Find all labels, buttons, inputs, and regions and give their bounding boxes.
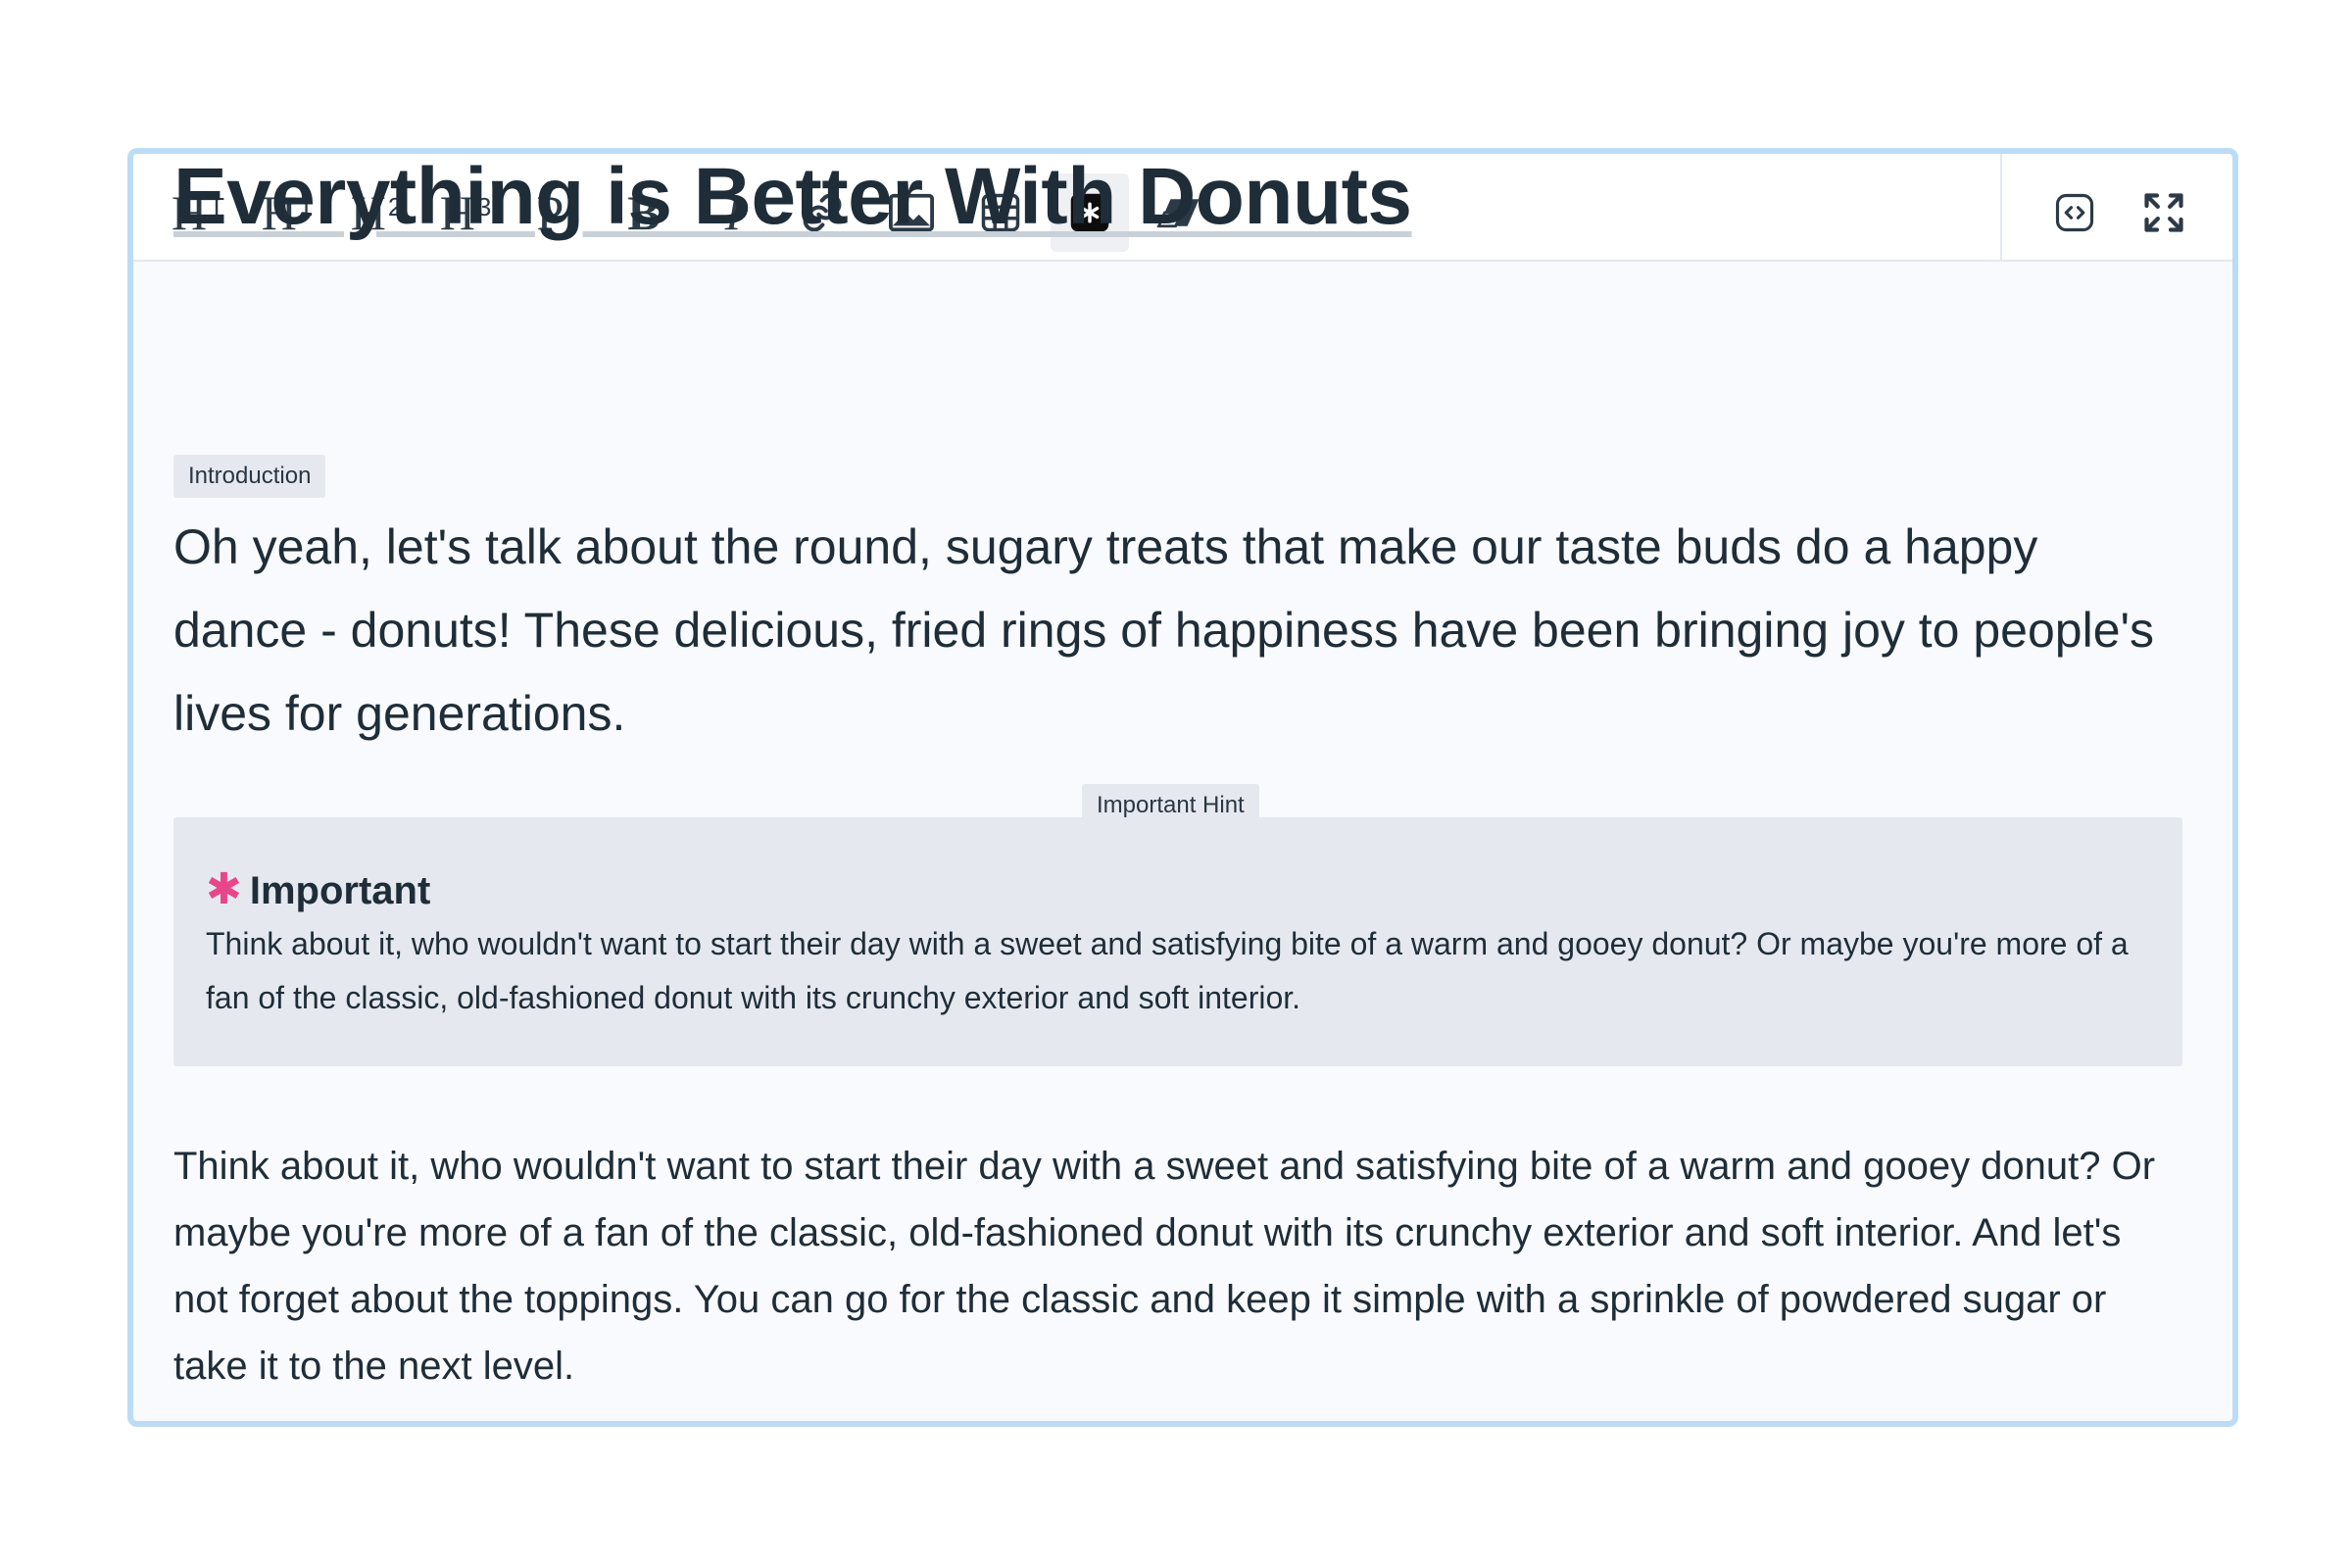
toolbar-separator <box>2000 154 2002 260</box>
intro-paragraph[interactable]: Oh yeah, let's talk about the round, sug… <box>173 506 2182 756</box>
fullscreen-icon <box>2144 193 2183 232</box>
rich-text-editor: HT H1 H2 H3 PI B I Everything is Better … <box>127 148 2238 1427</box>
section-label-introduction: Introduction <box>173 455 326 498</box>
callout-text[interactable]: Think about it, who wouldn't want to sta… <box>206 917 2166 1025</box>
callout-header: ✱ Important <box>206 864 430 914</box>
body-paragraph[interactable]: Think about it, who wouldn't want to sta… <box>173 1133 2182 1399</box>
view-source-button[interactable] <box>2035 173 2114 252</box>
callout-title: Important <box>249 869 431 912</box>
fullscreen-button[interactable] <box>2125 173 2203 252</box>
code-view-icon <box>2055 193 2094 232</box>
important-callout[interactable]: ✱ Important Think about it, who wouldn't … <box>173 817 2182 1066</box>
asterisk-icon: ✱ <box>206 865 242 913</box>
document-title[interactable]: Everything is Better With Donuts <box>173 154 1412 243</box>
